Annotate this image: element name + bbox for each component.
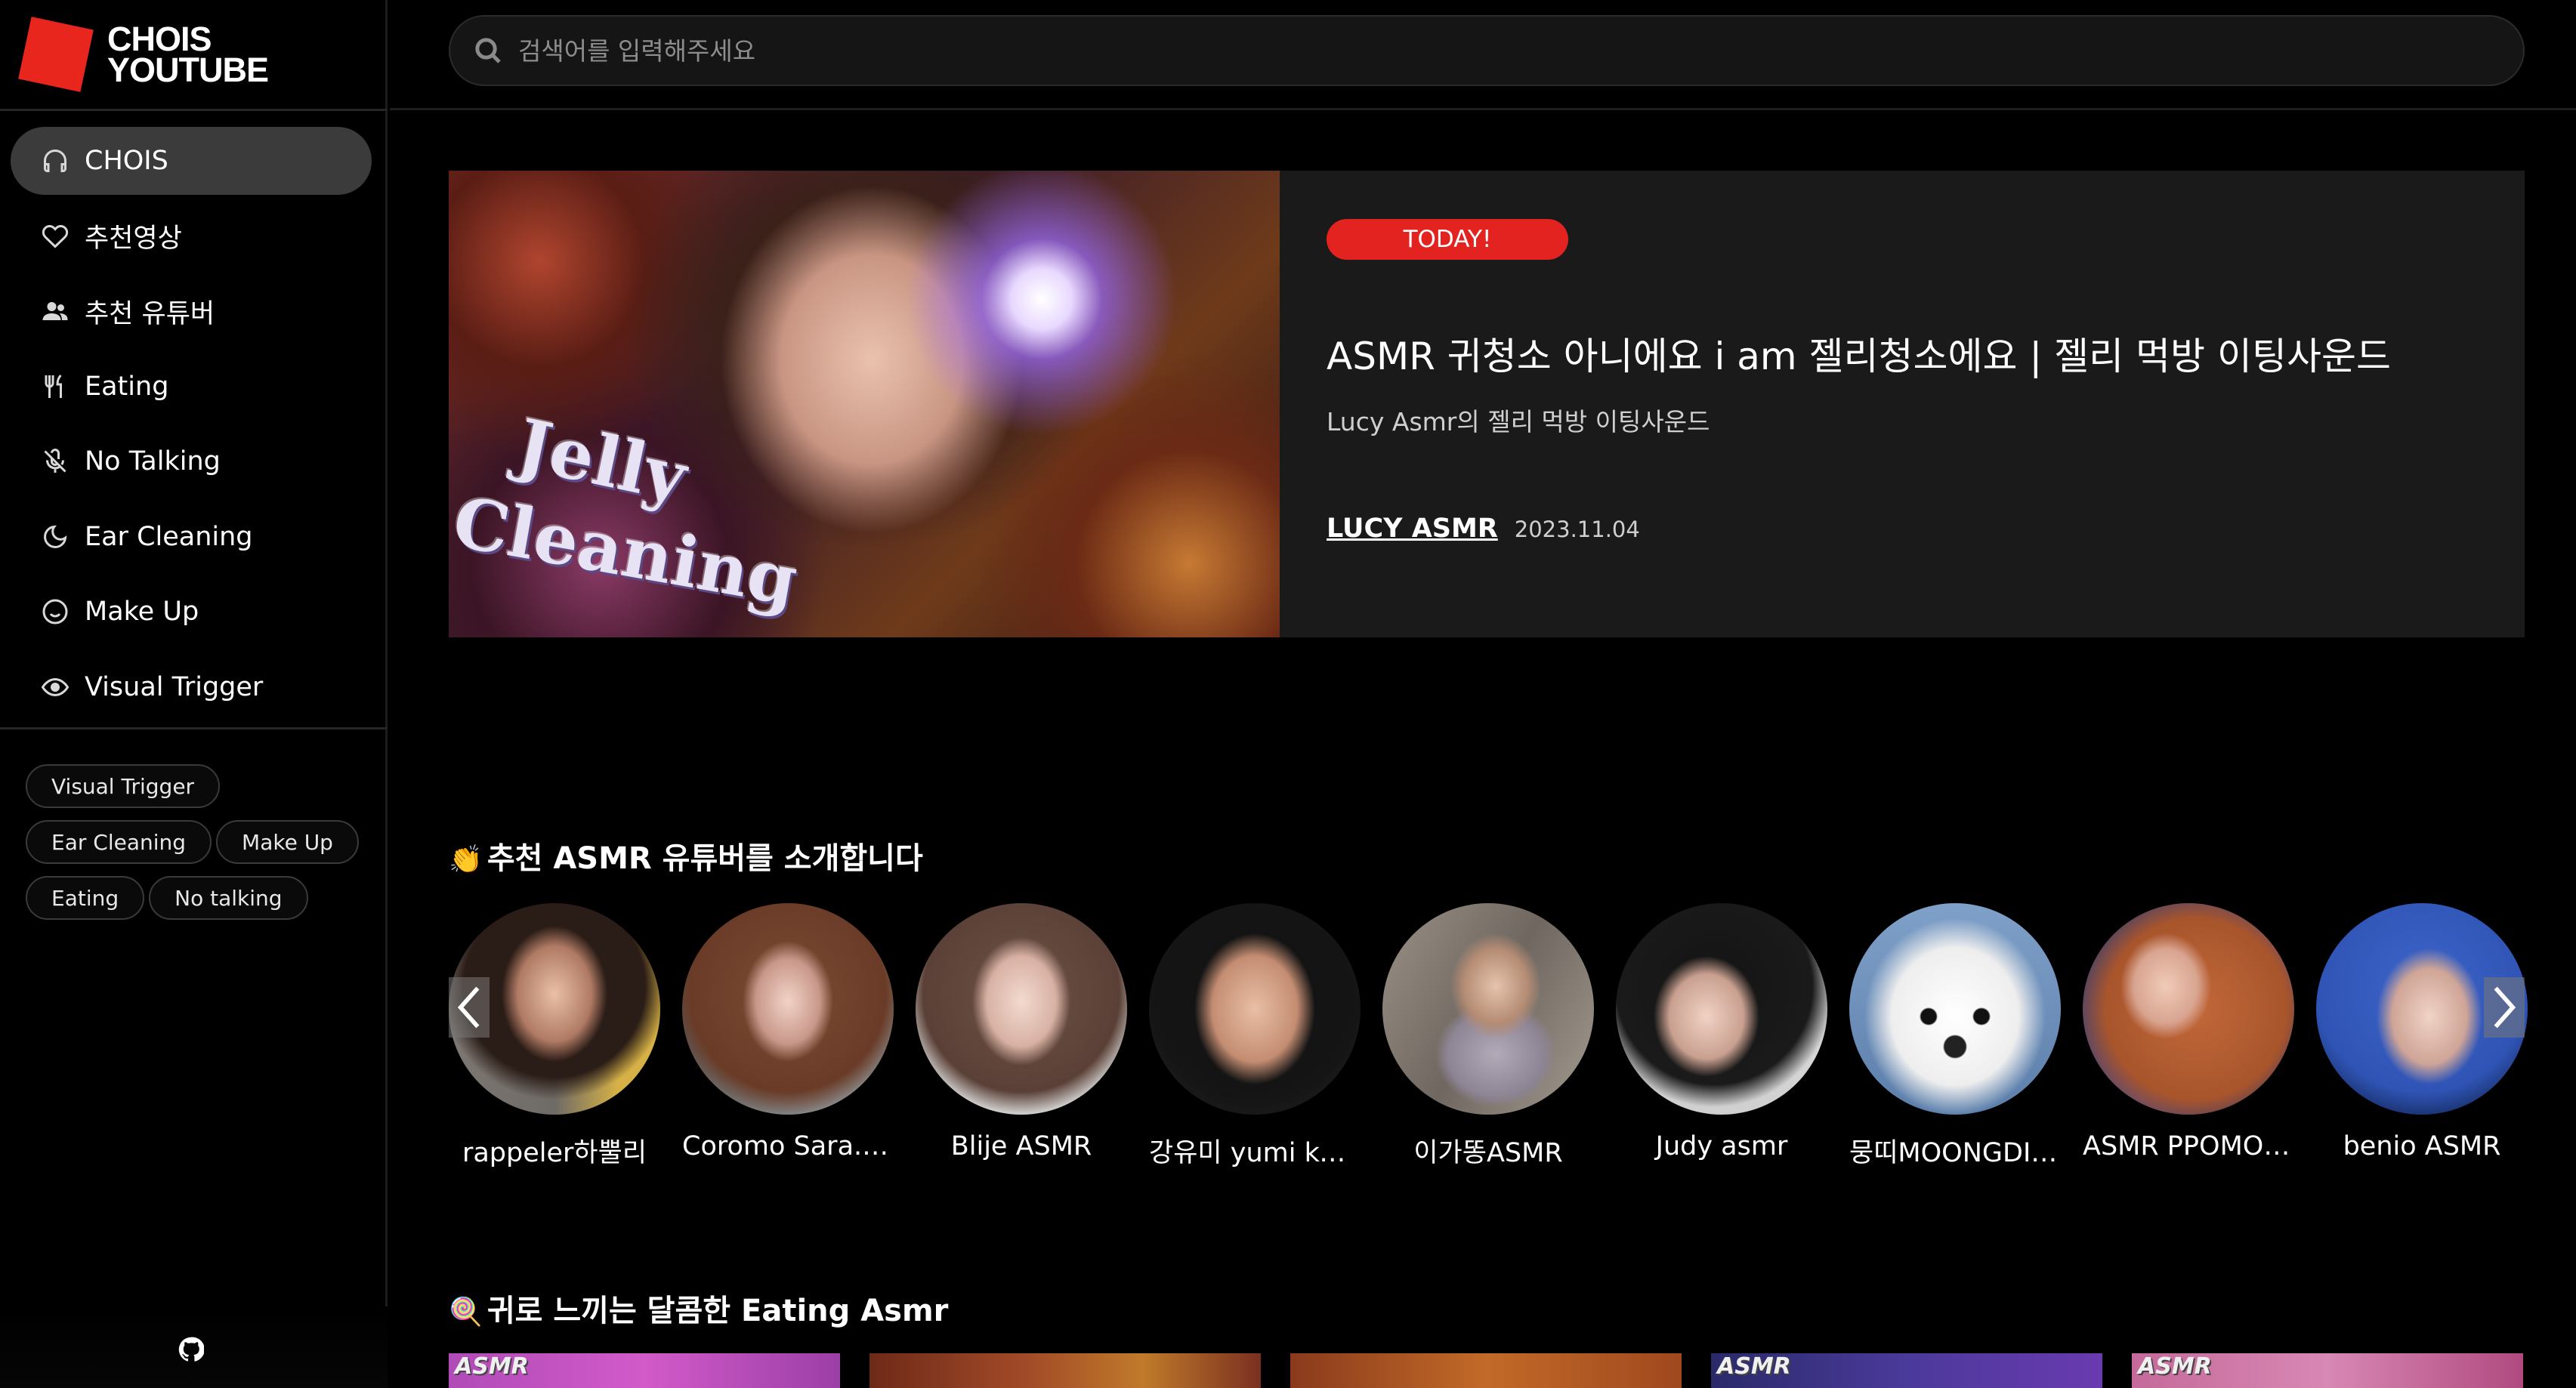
video-thumbnail[interactable]: ASMR	[449, 1353, 840, 1388]
utensils-icon	[41, 372, 69, 401]
youtuber-card[interactable]: Blije ASMR	[916, 903, 1127, 1161]
featured-date: 2023.11.04	[1514, 517, 1640, 542]
sidebar-menu: CHOIS 추천영상 추천 유튜버 Eating No Talking Ear …	[11, 127, 372, 728]
thumbnail-label: ASMR	[455, 1353, 529, 1380]
logo-mark	[18, 17, 94, 92]
users-icon	[41, 297, 69, 325]
sidebar-item-label: 추천 유튜버	[85, 298, 215, 329]
sidebar-item-make-up[interactable]: Make Up	[11, 578, 372, 646]
thumbnail-label: ASMR	[2138, 1353, 2212, 1380]
carousel-next-button[interactable]	[2484, 977, 2525, 1038]
avatar	[682, 903, 894, 1115]
youtuber-card[interactable]: 강유미 yumi kan...	[1149, 903, 1361, 1170]
youtuber-name: rappeler하뿔리	[462, 1138, 647, 1168]
sidebar-item-no-talking[interactable]: No Talking	[11, 427, 372, 495]
youtuber-card[interactable]: 이가똥ASMR	[1382, 903, 1594, 1170]
sidebar-item-label: Make Up	[85, 597, 199, 627]
video-thumbnail[interactable]	[1290, 1353, 1682, 1388]
video-thumbnail[interactable]: ASMR	[1711, 1353, 2102, 1388]
avatar	[1849, 903, 2061, 1115]
chevron-right-icon	[2494, 986, 2516, 1029]
tag-list: Visual Trigger Ear Cleaning Make Up Eati…	[26, 764, 373, 932]
youtuber-name: Judy asmr	[1655, 1131, 1788, 1161]
youtuber-name: benio ASMR	[2343, 1131, 2501, 1161]
youtuber-name: Blije ASMR	[950, 1131, 1092, 1161]
heart-icon	[41, 222, 69, 251]
search-bar[interactable]	[449, 15, 2525, 86]
sidebar-item-label: 추천영상	[85, 224, 182, 254]
youtuber-card[interactable]: 뭉띠MOONGDI A...	[1849, 903, 2061, 1170]
search-icon	[475, 38, 501, 63]
youtuber-card[interactable]: ASMR PPOMO ...	[2083, 903, 2294, 1161]
featured-channel-link[interactable]: LUCY ASMR	[1327, 514, 1498, 544]
tag-eating[interactable]: Eating	[26, 876, 145, 920]
search-input[interactable]	[518, 35, 2407, 66]
youtuber-name: 강유미 yumi kan...	[1149, 1138, 1361, 1168]
youtuber-name: 이가똥ASMR	[1413, 1138, 1563, 1168]
sidebar-item-ear-cleaning[interactable]: Ear Cleaning	[11, 503, 372, 571]
today-badge: TODAY!	[1327, 219, 1568, 260]
avatar	[1616, 903, 1827, 1115]
youtuber-card[interactable]: Coromo Sara. A...	[682, 903, 894, 1161]
featured-meta: LUCY ASMR 2023.11.04	[1327, 514, 1640, 544]
carousel-prev-button[interactable]	[449, 977, 490, 1038]
lollipop-emoji: 🍭	[449, 1297, 483, 1328]
sidebar-item-label: Ear Cleaning	[85, 521, 253, 552]
youtubers-section-title: 👏 추천 ASMR 유튜버를 소개합니다	[449, 834, 923, 878]
moon-icon	[41, 523, 69, 551]
thumbnail-label: ASMR	[1717, 1353, 1791, 1380]
avatar	[916, 903, 1127, 1115]
youtuber-name: Coromo Sara. A...	[682, 1131, 894, 1161]
sidebar-item-eating[interactable]: Eating	[11, 353, 372, 421]
youtuber-name: ASMR PPOMO ...	[2083, 1131, 2294, 1161]
github-icon[interactable]	[178, 1337, 204, 1362]
tag-row: Visual Trigger	[26, 764, 373, 808]
sidebar-item-recommended-youtubers[interactable]: 추천 유튜버	[11, 277, 372, 345]
header	[390, 0, 2576, 110]
sidebar-item-recommended-videos[interactable]: 추천영상	[11, 202, 372, 270]
logo-line-1: CHOIS	[107, 20, 212, 58]
video-thumbnail[interactable]: ASMR	[2132, 1353, 2523, 1388]
youtuber-card[interactable]: Judy asmr	[1616, 903, 1827, 1161]
youtubers-heading: 추천 ASMR 유튜버를 소개합니다	[486, 841, 923, 876]
avatar	[1382, 903, 1594, 1115]
smile-icon	[41, 597, 69, 626]
avatar	[2083, 903, 2294, 1115]
featured-video[interactable]: Jelly Cleaning TODAY! ASMR 귀청소 아니에요 i am…	[449, 171, 2525, 637]
youtuber-name: 뭉띠MOONGDI A...	[1849, 1138, 2061, 1168]
sidebar-item-label: Visual Trigger	[85, 671, 264, 702]
sidebar-item-label: Eating	[85, 371, 169, 402]
clap-emoji: 👏	[449, 844, 483, 875]
eating-heading: 귀로 느끼는 달콤한 Eating Asmr	[486, 1294, 949, 1328]
chevron-left-icon	[457, 986, 480, 1029]
headphones-icon	[41, 147, 69, 175]
featured-title[interactable]: ASMR 귀청소 아니에요 i am 젤리청소에요 | 젤리 먹방 이팅사운드	[1327, 326, 2391, 381]
tag-ear-cleaning[interactable]: Ear Cleaning	[26, 820, 212, 864]
sidebar-divider	[0, 727, 388, 729]
sidebar: CHOIS YOUTUBE CHOIS 추천영상 추천 유튜버 Eating N…	[0, 0, 388, 1388]
logo[interactable]: CHOIS YOUTUBE	[18, 15, 269, 94]
eye-icon	[41, 673, 69, 702]
logo-text: CHOIS YOUTUBE	[107, 20, 269, 89]
sidebar-item-label: CHOIS	[85, 146, 168, 176]
sidebar-item-visual-trigger[interactable]: Visual Trigger	[11, 653, 372, 721]
avatar	[1149, 903, 1361, 1115]
featured-info: TODAY! ASMR 귀청소 아니에요 i am 젤리청소에요 | 젤리 먹방…	[1327, 171, 2525, 637]
video-thumbnail[interactable]	[869, 1353, 1261, 1388]
mic-off-icon	[41, 447, 69, 476]
tag-no-talking[interactable]: No talking	[149, 876, 308, 920]
eating-section-title: 🍭 귀로 느끼는 달콤한 Eating Asmr	[449, 1286, 948, 1330]
tag-row: Eating No talking	[26, 876, 373, 920]
sidebar-item-chois[interactable]: CHOIS	[11, 127, 372, 195]
sidebar-divider	[0, 109, 388, 111]
logo-line-2: YOUTUBE	[107, 51, 269, 89]
featured-description: Lucy Asmr의 젤리 먹방 이팅사운드	[1327, 407, 1710, 436]
sidebar-item-label: No Talking	[85, 446, 221, 477]
tag-row: Ear Cleaning Make Up	[26, 820, 373, 864]
featured-thumbnail[interactable]: Jelly Cleaning	[449, 171, 1280, 637]
youtuber-carousel: rappeler하뿔리 Coromo Sara. A... Blije ASMR…	[449, 903, 2528, 1175]
tag-make-up[interactable]: Make Up	[216, 820, 359, 864]
tag-visual-trigger[interactable]: Visual Trigger	[26, 764, 221, 808]
eating-video-list: ASMR ASMR ASMR	[449, 1353, 2525, 1388]
